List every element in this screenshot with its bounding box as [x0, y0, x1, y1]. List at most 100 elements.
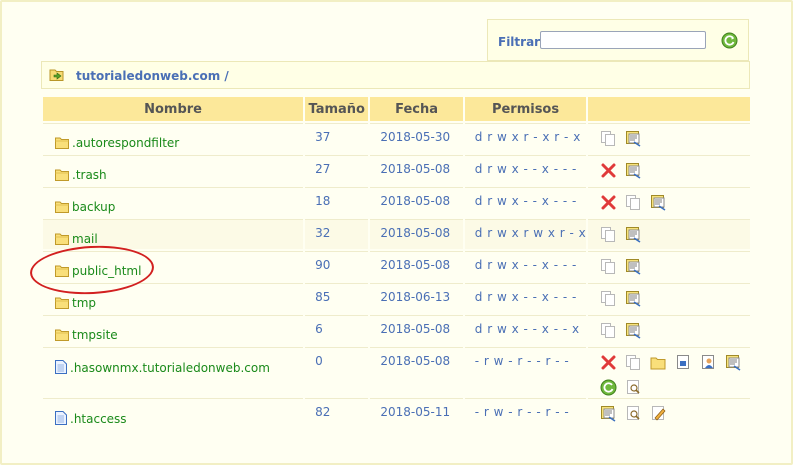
cell-size: 18 — [305, 187, 369, 217]
copy-icon[interactable] — [625, 194, 642, 211]
column-header-date[interactable]: Fecha — [370, 97, 463, 121]
view-icon[interactable] — [625, 379, 642, 396]
copy-icon[interactable] — [600, 226, 617, 243]
copy-icon[interactable] — [600, 322, 617, 339]
column-header-name[interactable]: Nombre — [43, 97, 304, 121]
file-name-text: tmpsite — [72, 328, 118, 342]
table-row[interactable]: backup 18 2018-05-08 d r w x - - x - - - — [43, 187, 750, 217]
table-row[interactable]: mail 32 2018-05-08 d r w x r w x r - x — [43, 219, 750, 249]
action-icons — [598, 322, 760, 339]
copy-icon[interactable] — [600, 130, 617, 147]
rename-icon[interactable] — [625, 226, 642, 243]
cell-date: 2018-05-08 — [370, 315, 463, 345]
file-name-link[interactable]: tmpsite — [55, 328, 118, 344]
cell-size: 37 — [305, 123, 369, 153]
rename-icon[interactable] — [600, 405, 617, 422]
cell-name: tmpsite — [43, 315, 304, 345]
cell-actions — [588, 219, 750, 249]
folder-icon — [55, 137, 69, 152]
cell-name: .trash — [43, 155, 304, 185]
refresh-go-icon[interactable] — [721, 32, 738, 49]
cell-size: 85 — [305, 283, 369, 313]
action-icons — [598, 405, 760, 422]
cell-size-value: 90 — [315, 258, 331, 272]
cell-permissions-value[interactable]: - r w - r - - r - - — [475, 354, 569, 368]
cell-actions — [588, 123, 750, 153]
cell-permissions: d r w x - - x - - - — [464, 155, 587, 185]
copy-icon[interactable] — [625, 354, 642, 371]
file-name-text: .autorespondfilter — [72, 136, 180, 150]
cell-permissions-value[interactable]: d r w x - - x - - - — [475, 258, 577, 272]
folder-up-icon[interactable] — [49, 68, 65, 82]
filter-box: Filtrar: — [487, 19, 749, 61]
view-icon[interactable] — [625, 405, 642, 422]
cell-size: 0 — [305, 347, 369, 396]
rename-icon[interactable] — [625, 130, 642, 147]
cell-size: 27 — [305, 155, 369, 185]
cell-permissions-value[interactable]: d r w x - - x - - - — [475, 290, 577, 304]
cell-permissions-value[interactable]: d r w x - - x - - x — [475, 322, 580, 336]
cell-date-value: 2018-05-08 — [380, 258, 451, 272]
file-name-text: backup — [72, 200, 116, 214]
owner-icon[interactable] — [700, 354, 717, 371]
filter-input[interactable] — [540, 31, 706, 49]
table-row[interactable]: .autorespondfilter 37 2018-05-30 d r w x r … — [43, 123, 750, 153]
column-header-size[interactable]: Tamaño — [305, 97, 369, 121]
column-header-permissions[interactable]: Permisos — [464, 97, 587, 121]
cell-actions — [588, 283, 750, 313]
delete-icon[interactable] — [600, 162, 617, 179]
breadcrumb-path[interactable]: tutorialedonweb.com / — [76, 69, 229, 83]
cell-permissions-value[interactable]: d r w x - - x - - - — [475, 162, 577, 176]
cell-size-value: 82 — [315, 405, 331, 419]
file-name-link[interactable]: .htaccess — [55, 411, 127, 428]
rename-icon[interactable] — [625, 290, 642, 307]
edit-icon[interactable] — [650, 405, 667, 422]
extract-icon[interactable] — [675, 354, 692, 371]
cell-permissions-value[interactable]: - r w - r - - r - - — [475, 405, 569, 419]
refresh-icon[interactable] — [600, 379, 617, 396]
rename-icon[interactable] — [625, 322, 642, 339]
cell-permissions-value[interactable]: d r w x r - x r - x — [475, 130, 581, 144]
file-name-link[interactable]: backup — [55, 200, 115, 216]
file-icon — [55, 360, 67, 377]
cell-actions — [588, 251, 750, 281]
column-header-actions — [588, 97, 750, 121]
cell-name: .autorespondfilter — [43, 123, 304, 153]
cell-date-value: 2018-06-13 — [380, 290, 451, 304]
cell-permissions-value[interactable]: d r w x - - x - - - — [475, 194, 577, 208]
cell-actions — [588, 398, 750, 428]
folder-icon — [55, 233, 69, 248]
cell-date-value: 2018-05-08 — [380, 226, 451, 240]
folder-icon — [55, 201, 69, 216]
delete-icon[interactable] — [600, 354, 617, 371]
file-name-link[interactable]: .hasownmx.tutorialedonweb.com — [55, 360, 270, 377]
rename-icon[interactable] — [650, 194, 667, 211]
cell-permissions: - r w - r - - r - - — [464, 398, 587, 428]
file-name-link[interactable]: .autorespondfilter — [55, 136, 179, 152]
cell-date: 2018-05-08 — [370, 219, 463, 249]
cell-size-value: 27 — [315, 162, 331, 176]
file-name-link[interactable]: .trash — [55, 168, 107, 184]
cell-permissions-value[interactable]: d r w x r w x r - x — [475, 226, 587, 240]
copy-icon[interactable] — [600, 258, 617, 275]
action-icons — [598, 290, 760, 307]
cell-name: mail — [43, 219, 304, 249]
move-icon[interactable] — [650, 354, 667, 371]
table-row[interactable]: .htaccess 82 2018-05-11 - r w - r - - r - - — [43, 398, 750, 428]
table-row[interactable]: .trash 27 2018-05-08 d r w x - - x - - - — [43, 155, 750, 185]
cell-permissions: d r w x - - x - - - — [464, 251, 587, 281]
rename-icon[interactable] — [625, 258, 642, 275]
copy-icon[interactable] — [600, 290, 617, 307]
file-name-link[interactable]: tmp — [55, 296, 96, 312]
table-row[interactable]: .hasownmx.tutorialedonweb.com 0 2018-05-08… — [43, 347, 750, 396]
cell-size-value: 0 — [315, 354, 323, 368]
table-row[interactable]: tmp 85 2018-06-13 d r w x - - x - - - — [43, 283, 750, 313]
delete-icon[interactable] — [600, 194, 617, 211]
cell-permissions: d r w x - - x - - - — [464, 187, 587, 217]
filter-label: Filtrar: — [498, 35, 545, 49]
rename-icon[interactable] — [725, 354, 742, 371]
table-row[interactable]: tmpsite 6 2018-05-08 d r w x - - x - - x — [43, 315, 750, 345]
file-name-text: tmp — [72, 296, 97, 310]
cell-size: 90 — [305, 251, 369, 281]
rename-icon[interactable] — [625, 162, 642, 179]
